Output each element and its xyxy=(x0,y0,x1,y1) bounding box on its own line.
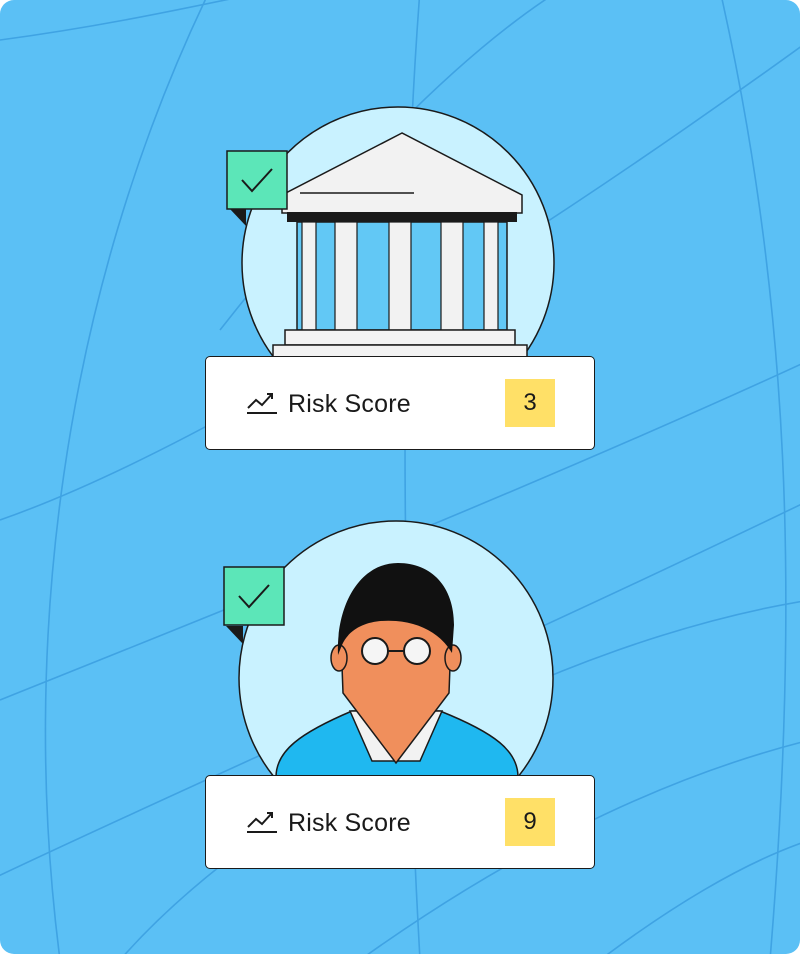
risk-score-panel: Risk Score 9 xyxy=(205,775,595,869)
risk-score-label: Risk Score xyxy=(288,390,411,418)
risk-score-panel: Risk Score 3 xyxy=(205,356,595,450)
risk-score-value: 3 xyxy=(505,379,555,427)
institution-risk-card: Risk Score 3 xyxy=(0,95,800,495)
individual-risk-card: Risk Score 9 xyxy=(0,515,800,915)
trend-chart-icon xyxy=(247,812,277,833)
trend-chart-icon xyxy=(247,393,277,414)
risk-score-value: 9 xyxy=(505,798,555,846)
risk-score-label: Risk Score xyxy=(288,809,411,837)
illustration-canvas: Risk Score 3 Risk Score 9 xyxy=(0,0,800,954)
